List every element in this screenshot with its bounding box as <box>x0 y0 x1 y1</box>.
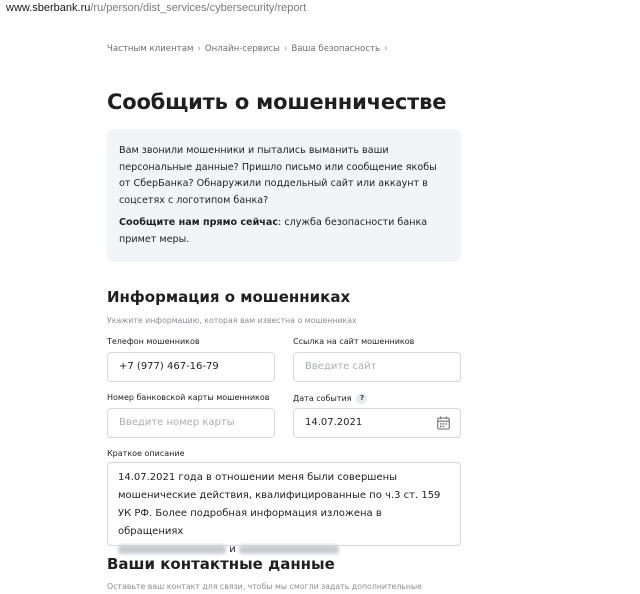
card-label: Номер банковской карты мошенников <box>107 393 270 402</box>
date-label: Дата события? <box>293 393 368 404</box>
description-textarea[interactable]: 14.07.2021 года в отношении меня были со… <box>107 462 461 555</box>
page-title: Сообщить о мошенничестве <box>107 90 447 114</box>
site-label: Ссылка на сайт мошенников <box>293 337 415 346</box>
breadcrumb: Частным клиентам › Онлайн-сервисы › Ваша без… <box>107 44 392 54</box>
date-value: 14.07.2021 <box>305 417 363 428</box>
description-conjunction: и <box>229 544 236 555</box>
chevron-right-icon: › <box>384 44 388 54</box>
fraud-section-title: Информация о мошенниках <box>107 288 351 306</box>
redacted-text <box>238 544 339 554</box>
description-text: 14.07.2021 года в отношении меня были со… <box>118 472 441 537</box>
breadcrumb-item-online-services[interactable]: Онлайн-сервисы <box>205 44 280 54</box>
url-path: /ru/person/dist_services/cybersecurity/r… <box>90 2 307 14</box>
contact-section-hint: Оставьте ваш контакт для связи, чтобы мы… <box>107 582 422 591</box>
calendar-icon[interactable] <box>437 416 450 430</box>
date-label-text: Дата события <box>293 394 352 403</box>
card-input[interactable]: Введите номер карты <box>107 408 275 438</box>
description-label: Краткое описание <box>107 449 185 458</box>
breadcrumb-item-security[interactable]: Ваша безопасность <box>291 44 380 54</box>
url-host: www.sberbank.ru <box>6 2 91 14</box>
chevron-right-icon: › <box>197 44 201 54</box>
redacted-text <box>118 544 226 554</box>
fraud-section-hint: Укажите информацию, которая вам известна… <box>107 316 357 325</box>
site-input[interactable]: Введите сайт <box>293 352 461 382</box>
info-paragraph: Вам звонили мошенники и пытались выманит… <box>119 145 437 206</box>
contact-section-title: Ваши контактные данные <box>107 555 335 573</box>
date-input[interactable]: 14.07.2021 <box>293 408 461 438</box>
question-mark-icon[interactable]: ? <box>356 393 368 404</box>
phone-label: Телефон мошенников <box>107 337 200 346</box>
phone-input[interactable]: +7 (977) 467-16-79 <box>107 352 275 382</box>
address-bar[interactable]: www.sberbank.ru/ru/person/dist_services/… <box>0 0 640 18</box>
breadcrumb-item-private-clients[interactable]: Частным клиентам <box>107 44 193 54</box>
chevron-right-icon: › <box>283 44 288 54</box>
info-call-to-action: Сообщите нам прямо сейчас: служба безопа… <box>119 215 449 248</box>
info-box: Вам звонили мошенники и пытались выманит… <box>107 129 461 262</box>
info-cta-bold: Сообщите нам прямо сейчас <box>119 217 279 228</box>
